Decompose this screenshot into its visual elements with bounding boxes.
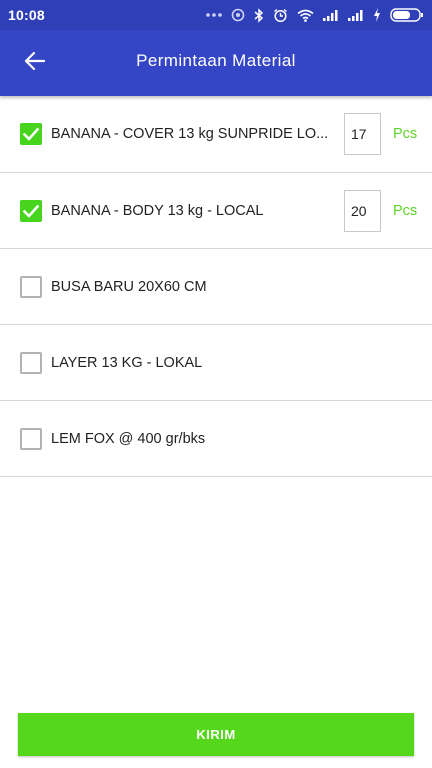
list-item[interactable]: BANANA - COVER 13 kg SUNPRIDE LO... 17 P…	[0, 96, 432, 173]
list-item[interactable]: LAYER 13 KG - LOKAL	[0, 325, 432, 401]
app-bar: Permintaan Material	[0, 30, 432, 96]
material-label: LEM FOX @ 400 gr/bks	[51, 430, 206, 447]
material-checkbox[interactable]	[20, 123, 42, 145]
status-icons	[206, 7, 424, 23]
material-checkbox[interactable]	[20, 351, 42, 374]
list-item[interactable]: BANANA - BODY 13 kg - LOCAL 20 Pcs	[0, 173, 432, 249]
dots-icon	[206, 12, 222, 18]
material-checkbox[interactable]	[20, 427, 42, 450]
quantity-input[interactable]: 20	[344, 189, 381, 232]
page-title: Permintaan Material	[136, 51, 296, 70]
material-label: BANANA - BODY 13 kg - LOCAL	[51, 202, 264, 219]
material-label: BANANA - COVER 13 kg SUNPRIDE LO...	[51, 126, 329, 142]
signal-icon	[323, 9, 339, 21]
battery-icon	[390, 8, 424, 22]
list-item[interactable]: LEM FOX @ 400 gr/bks	[0, 401, 432, 477]
material-label: BUSA BARU 20X60 CM	[51, 278, 207, 295]
material-list: BANANA - COVER 13 kg SUNPRIDE LO... 17 P…	[0, 96, 432, 477]
signal-icon	[348, 9, 364, 21]
wifi-icon	[297, 9, 314, 22]
status-bar: 10:08	[0, 0, 432, 30]
unit-label: Pcs	[393, 126, 418, 142]
alarm-icon	[273, 8, 288, 23]
material-checkbox[interactable]	[20, 275, 42, 298]
submit-button[interactable]: KIRIM	[18, 713, 414, 756]
unit-label: Pcs	[393, 202, 418, 219]
charging-icon	[373, 8, 381, 22]
bluetooth-icon	[254, 7, 264, 23]
material-checkbox[interactable]	[20, 199, 42, 222]
quantity-input[interactable]: 17	[344, 113, 381, 155]
checkmark-icon	[20, 200, 42, 222]
status-time: 10:08	[8, 7, 45, 23]
material-label: LAYER 13 KG - LOKAL	[51, 354, 203, 371]
checkmark-icon	[20, 123, 42, 145]
target-icon	[231, 8, 245, 22]
list-item[interactable]: BUSA BARU 20X60 CM	[0, 249, 432, 325]
